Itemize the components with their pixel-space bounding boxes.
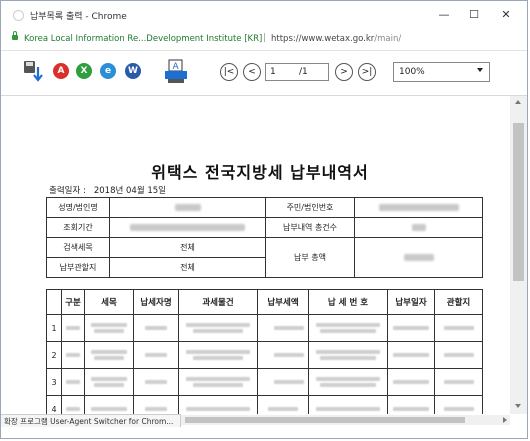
zoom-select[interactable]: 100% [393,62,490,82]
payment-total-label: 납부 총액 [265,237,355,278]
payment-list-table: 구분 세목 납세자명 과세물건 납부세액 납 세 번 호 납부일자 관할지 1 … [46,289,483,423]
svg-text:A: A [173,62,180,72]
last-page-button[interactable]: >| [358,63,376,81]
document-title: 위택스 전국지방세 납부내역서 [151,163,369,182]
jurisdiction-label: 납부관할지 [46,257,110,278]
col-header-tax-amount: 납부세액 [257,289,309,315]
col-header-category: 구분 [61,289,85,315]
redacted-cell [84,314,134,342]
row-number: 3 [46,368,62,396]
redacted-cell [61,314,85,342]
window-title: 납부목록 출력 - Chrome [30,12,127,22]
site-identity[interactable]: Korea Local Information Re...Development… [24,34,262,44]
redacted-cell [308,368,388,396]
print-date: 출력일자 : 2018년 04월 15일 [49,184,166,196]
redacted-cell [133,341,179,369]
vertical-scrollbar[interactable] [510,96,527,414]
name-label: 성명/법인명 [46,197,110,218]
print-icon[interactable]: A [164,59,188,85]
redacted-cell [133,368,179,396]
redacted-cell [61,368,85,396]
redacted-cell [257,341,309,369]
horizontal-scrollbar[interactable] [181,415,510,425]
page-number-field[interactable]: 1 /1 [265,63,329,81]
browser-window: 납부목록 출력 - Chrome — ☐ ✕ Korea Local Infor… [0,0,528,439]
redacted-cell [178,368,258,396]
pdf-icon[interactable]: A [53,63,69,79]
address-separator: | [263,33,267,43]
table-row: 1 [46,314,483,342]
table-header-row: 구분 세목 납세자명 과세물건 납부세액 납 세 번 호 납부일자 관할지 [46,289,483,315]
tax-item-label: 검색세목 [46,237,110,258]
redacted-cell [434,368,483,396]
tax-item-value: 전체 [109,237,266,258]
chevron-down-icon [477,68,483,72]
close-button[interactable]: ✕ [491,3,521,25]
taxpayer-info-table: 성명/법인명 주민/법인번호 조회기간 납부내역 총건수 검색세목 전체 납부 … [46,197,483,278]
redacted-cell [61,341,85,369]
period-label: 조회기간 [46,217,110,238]
payment-count-label: 납부내역 총건수 [265,217,355,238]
print-date-label: 출력일자 : [49,186,86,196]
resident-no-value [354,197,483,218]
redacted-cell [308,341,388,369]
excel-icon[interactable]: X [76,63,92,79]
scroll-up-arrow-icon[interactable] [515,100,521,104]
title-bar: 납부목록 출력 - Chrome — ☐ ✕ [1,1,527,29]
row-number-header [46,289,62,315]
maximize-button[interactable]: ☐ [459,3,489,25]
row-number: 1 [46,314,62,342]
zoom-value: 100% [399,67,425,77]
payment-count-value [354,217,483,238]
address-bar[interactable]: Korea Local Information Re...Development… [1,29,527,51]
redacted-cell [387,314,435,342]
col-header-pay-date: 납부일자 [387,289,435,315]
redacted-cell [257,368,309,396]
table-row: 3 [46,368,483,396]
redacted-cell [178,314,258,342]
redacted-cell [434,341,483,369]
col-header-tax-item: 세목 [84,289,134,315]
redacted-cell [308,314,388,342]
redacted-cell [84,368,134,396]
redacted-cell [257,314,309,342]
hwp-icon[interactable]: e [100,63,116,79]
prev-page-button[interactable]: < [243,63,261,81]
print-date-value: 2018년 04월 15일 [93,186,166,196]
col-header-tax-number: 납 세 번 호 [308,289,388,315]
scroll-right-arrow-icon[interactable] [503,417,507,423]
col-header-taxpayer: 납세자명 [133,289,179,315]
page-favicon-icon [13,10,24,21]
status-bar: 확장 프로그램 User-Agent Switcher for Chrom... [1,414,181,427]
url-path: /main/ [374,34,402,44]
redacted-cell [84,341,134,369]
current-page[interactable]: 1 [270,67,276,77]
redacted-cell [178,341,258,369]
save-download-icon[interactable] [23,59,45,85]
resident-no-label: 주민/법인번호 [265,197,355,218]
minimize-button[interactable]: — [429,3,459,25]
payment-total-value [354,237,483,278]
table-row: 2 [46,341,483,369]
next-page-button[interactable]: > [335,63,353,81]
period-value [109,217,266,238]
name-value [109,197,266,218]
url-host: https://www.wetax.go.kr [271,34,375,44]
first-page-button[interactable]: |< [220,63,238,81]
scroll-down-arrow-icon[interactable] [515,404,521,408]
row-number: 2 [46,341,62,369]
col-header-tax-object: 과세물건 [178,289,258,315]
vertical-scroll-thumb[interactable] [513,123,524,281]
redacted-cell [387,368,435,396]
horizontal-scroll-thumb[interactable] [185,417,465,423]
total-pages: /1 [299,67,308,77]
jurisdiction-value: 전체 [109,257,266,278]
url-text[interactable]: https://www.wetax.go.kr/main/ [271,34,401,44]
secure-lock-icon[interactable] [12,31,18,40]
word-icon[interactable]: W [125,63,141,79]
col-header-jurisdiction: 관할지 [434,289,483,315]
redacted-cell [434,314,483,342]
redacted-cell [387,341,435,369]
redacted-cell [133,314,179,342]
